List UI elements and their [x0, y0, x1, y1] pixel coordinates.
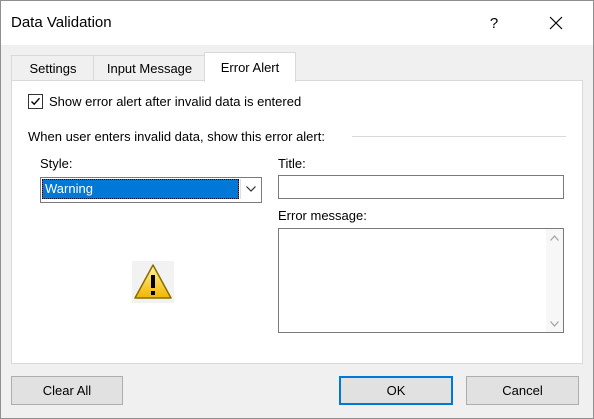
data-validation-dialog: Data Validation ? Settings Input Message…	[0, 0, 594, 419]
error-message-textarea[interactable]	[278, 228, 564, 333]
tab-input-message[interactable]: Input Message	[93, 55, 206, 81]
cancel-button[interactable]: Cancel	[466, 376, 579, 405]
section-divider	[352, 136, 566, 137]
warning-icon	[132, 261, 174, 303]
title-bar: Data Validation ?	[1, 1, 593, 45]
style-selected-value: Warning	[42, 179, 239, 199]
checkmark-icon	[31, 97, 41, 106]
show-error-alert-label: Show error alert after invalid data is e…	[49, 94, 302, 109]
close-button[interactable]	[533, 7, 579, 39]
clear-all-button[interactable]: Clear All	[11, 376, 123, 405]
title-label: Title:	[278, 156, 306, 171]
scroll-down-icon[interactable]	[546, 315, 563, 332]
chevron-down-icon[interactable]	[240, 179, 260, 199]
tab-error-alert[interactable]: Error Alert	[204, 52, 296, 82]
help-button[interactable]: ?	[471, 7, 517, 39]
error-alert-panel: Show error alert after invalid data is e…	[11, 80, 583, 364]
style-dropdown[interactable]: Warning	[40, 177, 262, 203]
scrollbar[interactable]	[546, 229, 563, 332]
show-error-alert-row[interactable]: Show error alert after invalid data is e…	[28, 94, 301, 109]
close-icon	[549, 16, 563, 30]
ok-button[interactable]: OK	[339, 376, 453, 405]
style-label: Style:	[40, 156, 73, 171]
error-message-label: Error message:	[278, 208, 367, 223]
tab-settings[interactable]: Settings	[11, 55, 95, 81]
section-label: When user enters invalid data, show this…	[28, 129, 325, 144]
show-error-alert-checkbox[interactable]	[28, 94, 43, 109]
title-input[interactable]	[278, 175, 564, 199]
scroll-up-icon[interactable]	[546, 229, 563, 246]
window-title: Data Validation	[11, 14, 112, 31]
